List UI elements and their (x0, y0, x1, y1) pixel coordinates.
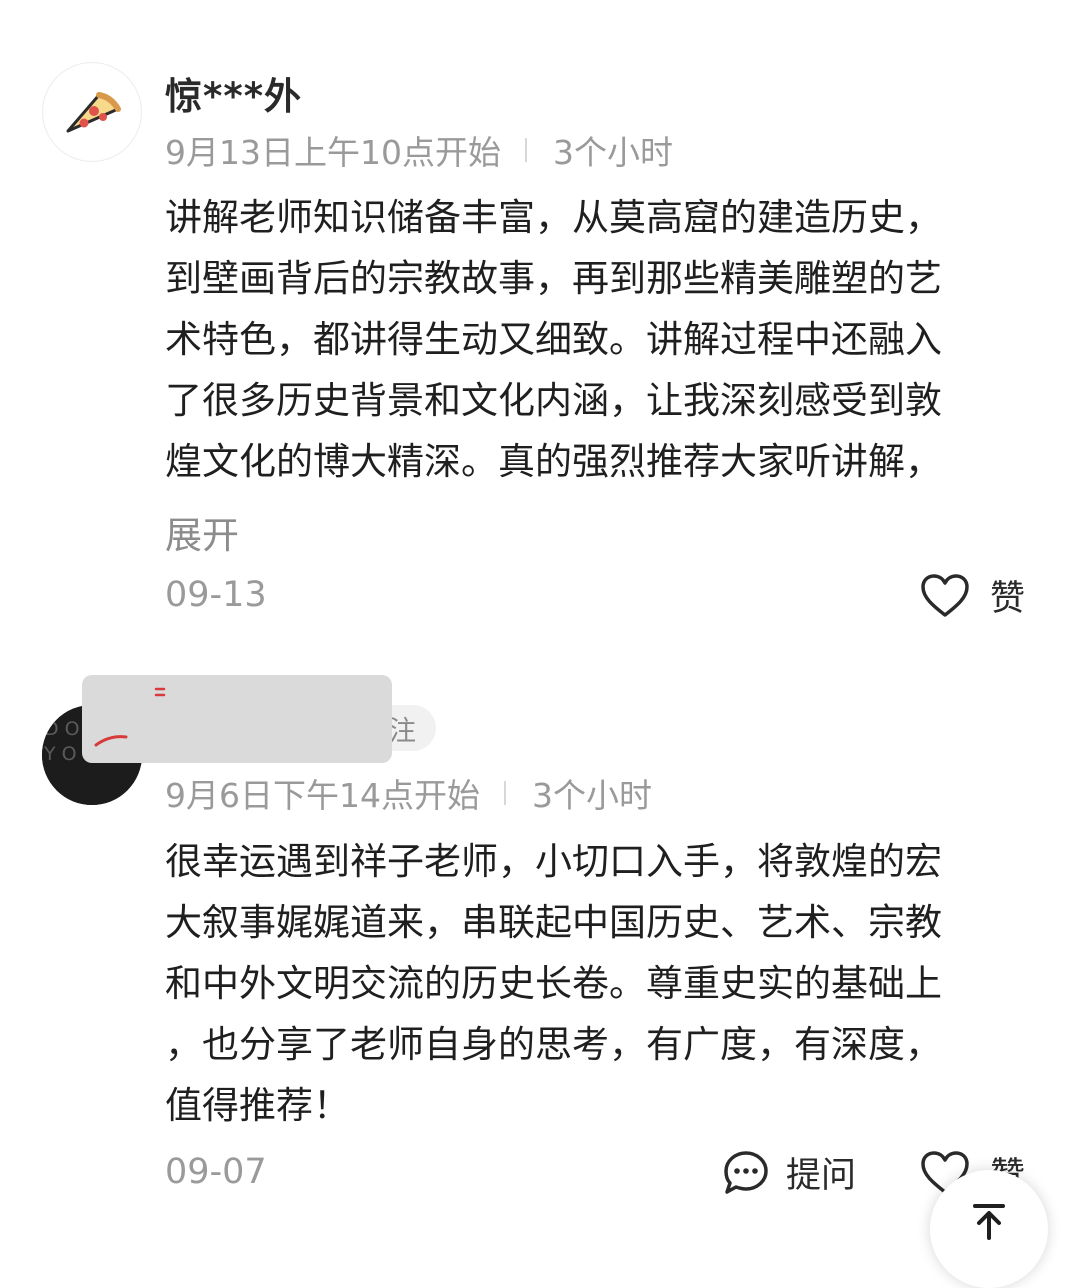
user-avatar[interactable] (42, 62, 142, 162)
comment-line: 术特色，都讲得生动又细致。讲解过程中还融入 (165, 318, 942, 361)
follow-label: 注 (389, 715, 416, 747)
svg-text:D O: D O (44, 718, 80, 740)
session-duration: 3个小时 (552, 133, 673, 172)
username[interactable]: 惊***外 (165, 66, 302, 120)
comment-meta: 9月13日上午10点开始 3个小时 (165, 126, 673, 174)
red-mark (94, 687, 166, 747)
meta-divider (524, 138, 527, 162)
session-time: 9月6日下午14点开始 (165, 776, 480, 815)
comment-line: 和中外文明交流的历史长卷。尊重史实的基础上 (165, 962, 942, 1005)
arrow-up-to-top-icon (973, 1204, 1005, 1240)
scroll-to-top-button[interactable] (930, 1170, 1048, 1288)
redacted-username (82, 675, 392, 763)
pizza-slice-icon (66, 92, 121, 133)
comment-date: 09-13 (165, 575, 267, 615)
ask-question-button[interactable]: 提问 (722, 1147, 856, 1198)
comment-line: 了很多历史背景和文化内涵，让我深刻感受到敦 (165, 379, 942, 422)
comment-line: 大叙事娓娓道来，串联起中国历史、艺术、宗教 (165, 901, 942, 944)
comment-body: 讲解老师知识储备丰富，从莫高窟的建造历史， 到壁画背后的宗教故事，再到那些精美雕… (165, 187, 1040, 492)
expand-link[interactable]: 展开 (165, 505, 239, 559)
like-label: 赞 (990, 579, 1026, 619)
ask-label: 提问 (786, 1156, 857, 1196)
comment-line: ，也分享了老师自身的思考，有广度，有深度， (165, 1023, 942, 1066)
comment-line: 很幸运遇到祥子老师，小切口入手，将敦煌的宏 (165, 840, 942, 883)
session-time: 9月13日上午10点开始 (165, 133, 501, 172)
meta-divider (503, 781, 506, 805)
comment-line: 到壁画背后的宗教故事，再到那些精美雕塑的艺 (165, 257, 942, 300)
heart-outline-icon (921, 573, 969, 617)
comment-date: 09-07 (165, 1152, 267, 1192)
comment-line: 煌文化的博大精深。真的强烈推荐大家听讲解， (165, 440, 942, 483)
comment-line: 值得推荐！ (165, 1084, 350, 1127)
comment-meta: 9月6日下午14点开始 3个小时 (165, 769, 652, 817)
chat-bubble-dots-icon (724, 1150, 768, 1194)
session-duration: 3个小时 (531, 776, 652, 815)
comment-body: 很幸运遇到祥子老师，小切口入手，将敦煌的宏 大叙事娓娓道来，串联起中国历史、艺术… (165, 831, 1040, 1136)
comment-line: 讲解老师知识储备丰富，从莫高窟的建造历史， (165, 196, 942, 239)
like-button[interactable]: 赞 (920, 570, 1025, 621)
